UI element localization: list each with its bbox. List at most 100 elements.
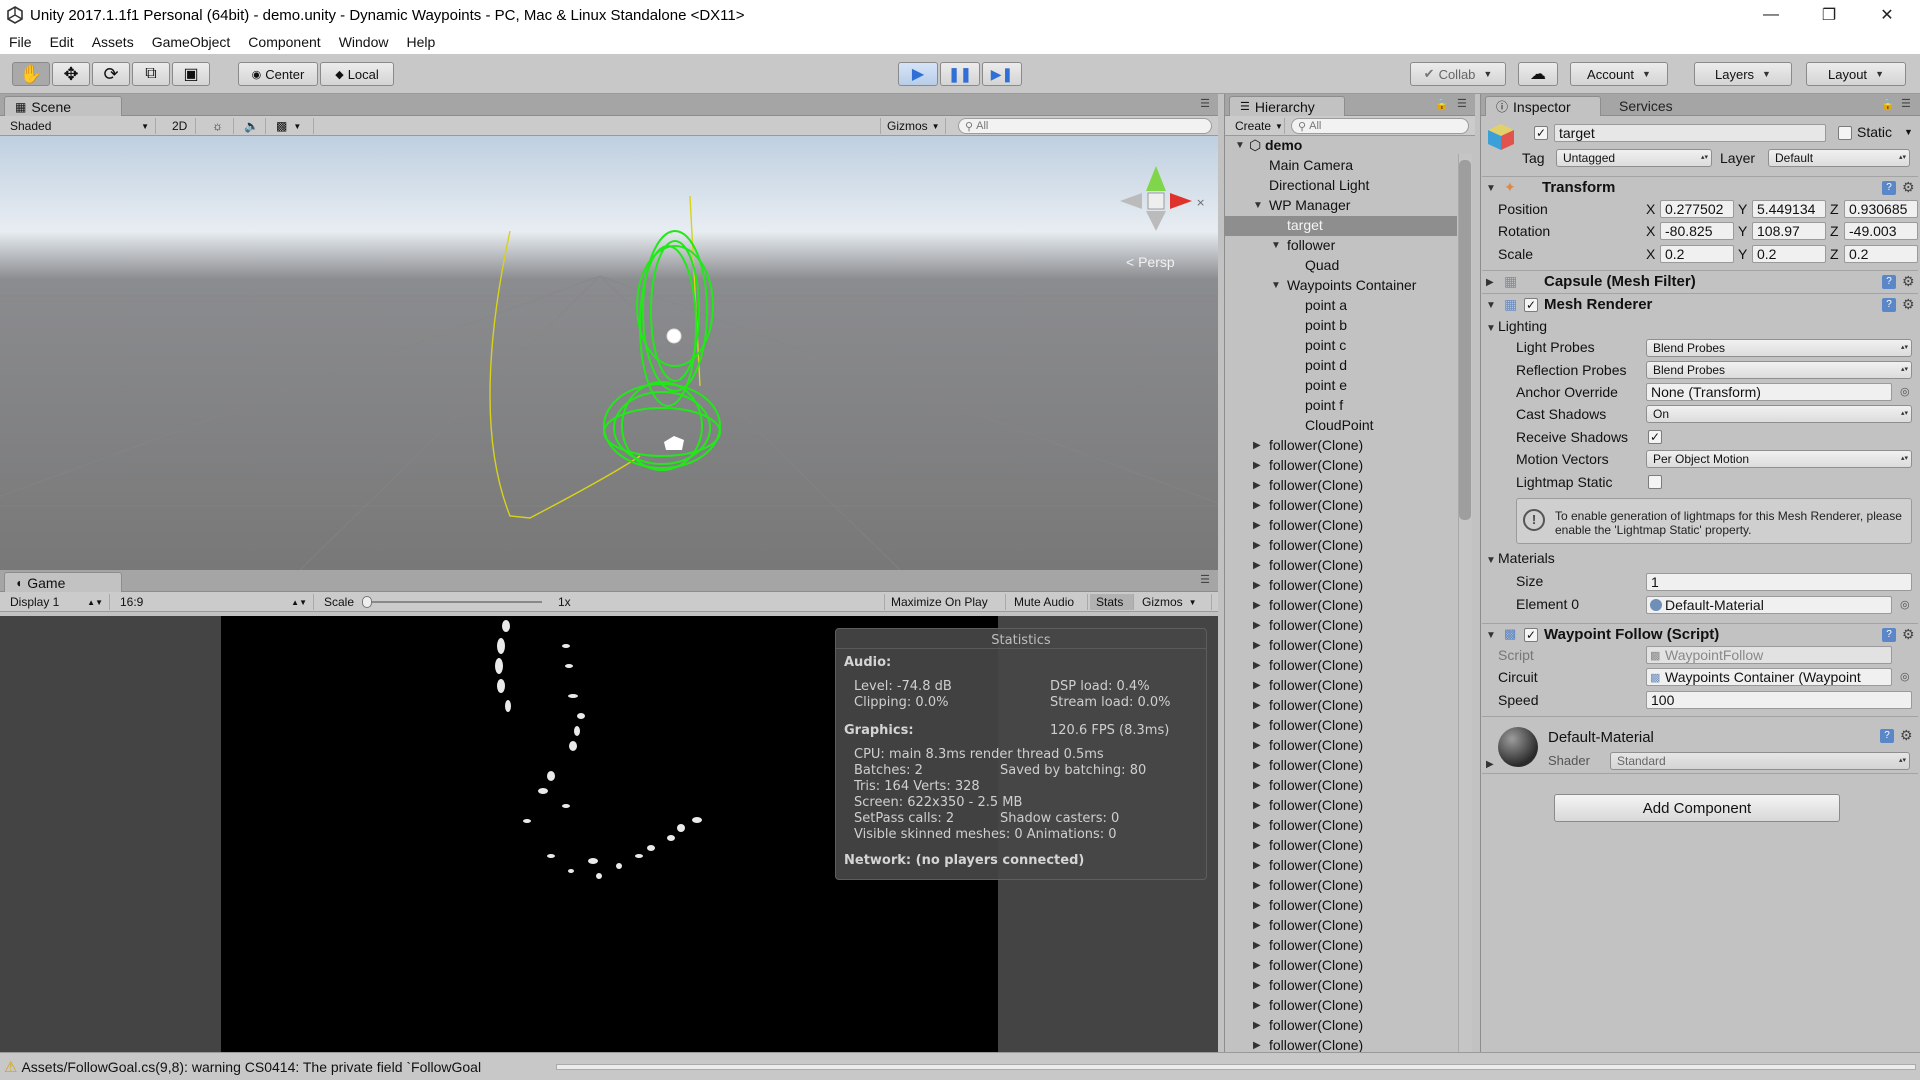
- hand-tool-button[interactable]: ✋: [12, 62, 50, 86]
- hierarchy-search-input[interactable]: ⚲ All: [1291, 118, 1469, 134]
- element-0-field[interactable]: Default-Material: [1646, 596, 1892, 614]
- position-z-axis-label[interactable]: Z: [1830, 201, 1839, 217]
- expand-closed-icon[interactable]: ▶: [1253, 480, 1261, 491]
- hierarchy-item-follower-clone[interactable]: ▶ follower(Clone): [1225, 436, 1457, 456]
- hierarchy-item-follower-clone[interactable]: ▶ follower(Clone): [1225, 736, 1457, 756]
- expand-closed-icon[interactable]: ▶: [1253, 780, 1261, 791]
- expand-closed-icon[interactable]: ▶: [1253, 860, 1261, 871]
- hierarchy-item-follower-clone[interactable]: ▶ follower(Clone): [1225, 616, 1457, 636]
- panel-menu-icon[interactable]: ☰: [1200, 97, 1210, 110]
- hierarchy-item-follower-clone[interactable]: ▶ follower(Clone): [1225, 676, 1457, 696]
- step-button[interactable]: ▶❚: [982, 62, 1022, 86]
- material-foldout-icon[interactable]: ▶: [1486, 759, 1494, 770]
- expand-closed-icon[interactable]: ▶: [1253, 1040, 1261, 1051]
- account-dropdown[interactable]: Account ▼: [1570, 62, 1668, 86]
- expand-closed-icon[interactable]: ▶: [1253, 540, 1261, 551]
- expand-closed-icon[interactable]: ▶: [1253, 740, 1261, 751]
- hierarchy-item-follower-clone[interactable]: ▶ follower(Clone): [1225, 456, 1457, 476]
- hierarchy-item-directional-light[interactable]: Directional Light: [1225, 176, 1457, 196]
- pause-button[interactable]: ❚❚: [940, 62, 980, 86]
- hierarchy-item-target[interactable]: target: [1225, 216, 1457, 236]
- rotation-x-field[interactable]: -80.825: [1660, 222, 1734, 240]
- menu-help[interactable]: Help: [397, 34, 444, 50]
- element-picker-icon[interactable]: ◎: [1900, 598, 1910, 611]
- mesh-filter-gear-icon[interactable]: ⚙: [1902, 273, 1915, 290]
- aspect-dropdown[interactable]: 16:9 ▲▼: [114, 594, 314, 610]
- hierarchy-item-follower-clone[interactable]: ▶ follower(Clone): [1225, 796, 1457, 816]
- console-message[interactable]: Assets/FollowGoal.cs(9,8): warning CS041…: [21, 1059, 481, 1075]
- position-x-axis-label[interactable]: X: [1646, 201, 1655, 217]
- expand-closed-icon[interactable]: ▶: [1253, 520, 1261, 531]
- material-gear-icon[interactable]: ⚙: [1900, 727, 1913, 744]
- hierarchy-item-follower[interactable]: ▼ follower: [1225, 236, 1457, 256]
- expand-closed-icon[interactable]: ▶: [1253, 640, 1261, 651]
- hierarchy-item-point-f[interactable]: point f: [1225, 396, 1457, 416]
- expand-closed-icon[interactable]: ▶: [1253, 660, 1261, 671]
- tab-game[interactable]: ◖ Game: [4, 572, 122, 592]
- expand-closed-icon[interactable]: ▶: [1253, 920, 1261, 931]
- anchor-override-field[interactable]: None (Transform): [1646, 383, 1892, 401]
- collab-button[interactable]: ✔ Collab ▼: [1410, 62, 1506, 86]
- position-z-field[interactable]: 0.930685: [1844, 200, 1918, 218]
- menu-window[interactable]: Window: [330, 34, 398, 50]
- circuit-picker-icon[interactable]: ◎: [1900, 670, 1910, 683]
- scale-thumb[interactable]: [362, 596, 372, 608]
- expand-closed-icon[interactable]: ▶: [1253, 840, 1261, 851]
- expand-closed-icon[interactable]: ▶: [1253, 1000, 1261, 1011]
- mesh-filter-foldout-icon[interactable]: ▶: [1486, 277, 1494, 288]
- waypoint-foldout-icon[interactable]: ▼: [1486, 630, 1496, 641]
- move-tool-button[interactable]: ✥: [52, 62, 90, 86]
- position-y-axis-label[interactable]: Y: [1738, 201, 1747, 217]
- expand-closed-icon[interactable]: ▶: [1253, 620, 1261, 631]
- tab-services[interactable]: Services: [1609, 96, 1689, 116]
- position-x-field[interactable]: 0.277502: [1660, 200, 1734, 218]
- tab-scene[interactable]: ▦ Scene: [4, 96, 122, 116]
- scale-z-field[interactable]: 0.2: [1844, 245, 1918, 263]
- expand-closed-icon[interactable]: ▶: [1253, 460, 1261, 471]
- hierarchy-item-cloudpoint[interactable]: CloudPoint: [1225, 416, 1457, 436]
- rotate-tool-button[interactable]: ⟳: [92, 62, 130, 86]
- lighting-toggle[interactable]: ☼: [206, 118, 234, 134]
- scene-viewport[interactable]: × < Persp: [0, 136, 1218, 570]
- menu-assets[interactable]: Assets: [83, 34, 143, 50]
- hierarchy-item-follower-clone[interactable]: ▶ follower(Clone): [1225, 476, 1457, 496]
- hierarchy-item-follower-clone[interactable]: ▶ follower(Clone): [1225, 956, 1457, 976]
- rotation-y-axis-label[interactable]: Y: [1738, 223, 1747, 239]
- mesh-renderer-enabled-checkbox[interactable]: ✓: [1524, 298, 1538, 312]
- scale-y-axis-label[interactable]: Y: [1738, 246, 1747, 262]
- maximize-button[interactable]: ❐: [1800, 0, 1858, 30]
- hierarchy-item-follower-clone[interactable]: ▶ follower(Clone): [1225, 936, 1457, 956]
- persp-label[interactable]: < Persp: [1126, 254, 1175, 270]
- hierarchy-item-follower-clone[interactable]: ▶ follower(Clone): [1225, 896, 1457, 916]
- object-name-field[interactable]: target: [1554, 124, 1826, 142]
- expand-closed-icon[interactable]: ▶: [1253, 820, 1261, 831]
- hierarchy-item-follower-clone[interactable]: ▶ follower(Clone): [1225, 836, 1457, 856]
- expand-closed-icon[interactable]: ▶: [1253, 580, 1261, 591]
- hierarchy-item-follower-clone[interactable]: ▶ follower(Clone): [1225, 756, 1457, 776]
- hierarchy-item-follower-clone[interactable]: ▶ follower(Clone): [1225, 776, 1457, 796]
- expand-open-icon[interactable]: ▼: [1271, 280, 1281, 291]
- lightmap-static-checkbox[interactable]: [1648, 475, 1662, 489]
- expand-closed-icon[interactable]: ▶: [1253, 980, 1261, 991]
- object-picker-icon[interactable]: ◎: [1900, 385, 1910, 398]
- hierarchy-item-quad[interactable]: Quad: [1225, 256, 1457, 276]
- lock-icon[interactable]: 🔒: [1435, 98, 1449, 111]
- menu-edit[interactable]: Edit: [41, 34, 83, 50]
- expand-closed-icon[interactable]: ▶: [1253, 900, 1261, 911]
- motion-vectors-dropdown[interactable]: Per Object Motion: [1646, 450, 1912, 468]
- layers-dropdown[interactable]: Layers ▼: [1694, 62, 1792, 86]
- close-button[interactable]: ✕: [1858, 0, 1916, 30]
- minimize-button[interactable]: —: [1742, 0, 1800, 30]
- hierarchy-item-follower-clone[interactable]: ▶ follower(Clone): [1225, 496, 1457, 516]
- materials-size-field[interactable]: 1: [1646, 573, 1912, 591]
- mute-audio-toggle[interactable]: Mute Audio: [1008, 594, 1088, 610]
- expand-open-icon[interactable]: ▼: [1253, 200, 1263, 211]
- expand-closed-icon[interactable]: ▶: [1253, 940, 1261, 951]
- rotation-y-field[interactable]: 108.97: [1752, 222, 1826, 240]
- menu-file[interactable]: File: [0, 34, 41, 50]
- expand-closed-icon[interactable]: ▶: [1253, 1020, 1261, 1031]
- expand-closed-icon[interactable]: ▶: [1253, 880, 1261, 891]
- mode-2d-toggle[interactable]: 2D: [166, 118, 196, 134]
- layer-dropdown[interactable]: Default: [1768, 149, 1910, 167]
- shading-dropdown[interactable]: Shaded ▼: [4, 118, 156, 134]
